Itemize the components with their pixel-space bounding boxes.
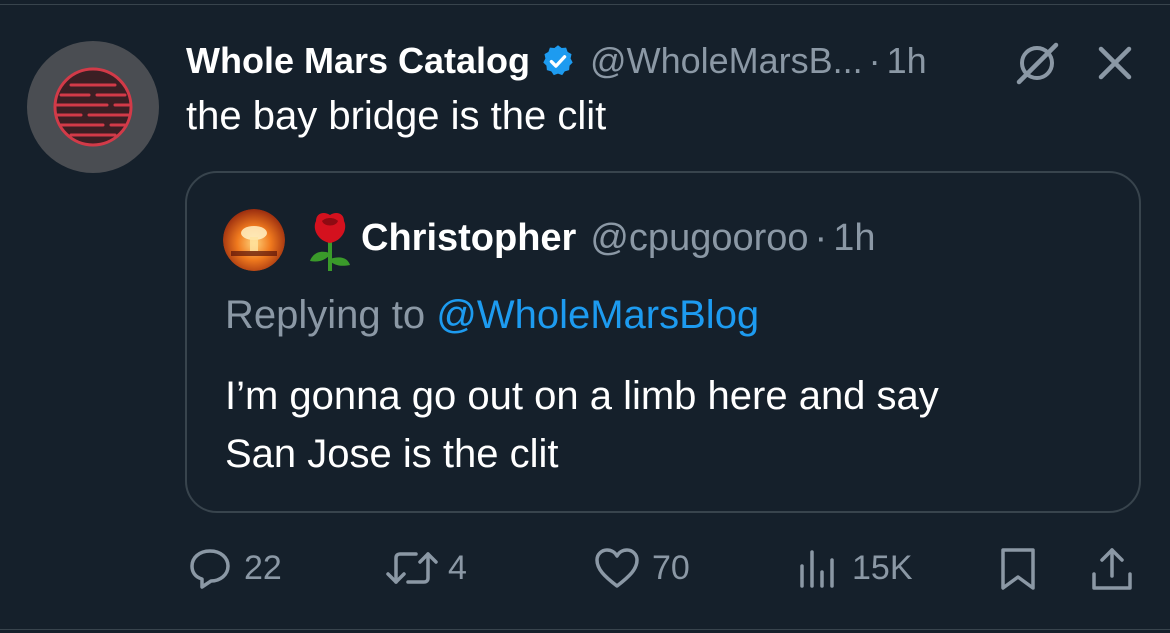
bottom-divider bbox=[0, 629, 1170, 630]
verified-badge-icon bbox=[540, 43, 576, 79]
quoted-text-line-1: I’m gonna go out on a limb here and say bbox=[225, 374, 939, 418]
tweet-timestamp[interactable]: 1h bbox=[887, 40, 927, 82]
quoted-author-handle[interactable]: @cpugooroo bbox=[590, 217, 808, 260]
action-bar: 22 4 70 15K bbox=[0, 538, 1170, 598]
author-avatar[interactable] bbox=[27, 41, 159, 173]
retweet-count: 4 bbox=[448, 548, 467, 587]
replying-to-line: Replying to @WholeMarsBlog bbox=[225, 293, 759, 338]
retweet-icon bbox=[386, 552, 438, 584]
grok-icon[interactable] bbox=[1014, 40, 1060, 86]
quoted-header: Christopher @cpugooroo · 1h bbox=[361, 217, 875, 260]
reply-count: 22 bbox=[244, 548, 282, 587]
separator-dot: · bbox=[868, 40, 881, 81]
like-button[interactable]: 70 bbox=[594, 546, 690, 590]
rose-emoji-icon bbox=[302, 209, 358, 273]
tweet-text: the bay bridge is the clit bbox=[186, 94, 607, 138]
like-icon bbox=[595, 548, 639, 588]
reply-icon bbox=[190, 549, 230, 589]
views-icon bbox=[800, 550, 834, 588]
tweet-header: Whole Mars Catalog @WholeMarsB... · 1h bbox=[186, 36, 927, 86]
replying-to-mention[interactable]: @WholeMarsBlog bbox=[436, 293, 759, 337]
share-button[interactable] bbox=[1090, 546, 1134, 592]
reply-button[interactable]: 22 bbox=[188, 546, 282, 590]
quoted-text-line-2: San Jose is the clit bbox=[225, 432, 559, 476]
author-name[interactable]: Whole Mars Catalog bbox=[186, 40, 530, 82]
quoted-tweet-text: I’m gonna go out on a limb here and say … bbox=[225, 367, 1105, 483]
views-button[interactable]: 15K bbox=[796, 546, 913, 590]
quoted-author-avatar[interactable] bbox=[223, 209, 285, 271]
top-divider bbox=[0, 4, 1170, 5]
like-count: 70 bbox=[652, 548, 690, 587]
quoted-timestamp[interactable]: 1h bbox=[833, 217, 875, 260]
retweet-button[interactable]: 4 bbox=[384, 546, 467, 590]
quoted-author-name[interactable]: Christopher bbox=[361, 217, 576, 260]
author-handle[interactable]: @WholeMarsB... bbox=[590, 40, 863, 82]
views-count: 15K bbox=[852, 548, 913, 587]
bookmark-icon bbox=[1001, 548, 1035, 590]
quoted-tweet[interactable]: Christopher @cpugooroo · 1h Replying to … bbox=[185, 171, 1141, 513]
replying-to-label: Replying to bbox=[225, 293, 426, 337]
bookmark-button[interactable] bbox=[998, 546, 1038, 592]
share-icon bbox=[1092, 548, 1132, 590]
close-icon[interactable] bbox=[1092, 40, 1138, 86]
quoted-separator-dot: · bbox=[814, 217, 828, 259]
